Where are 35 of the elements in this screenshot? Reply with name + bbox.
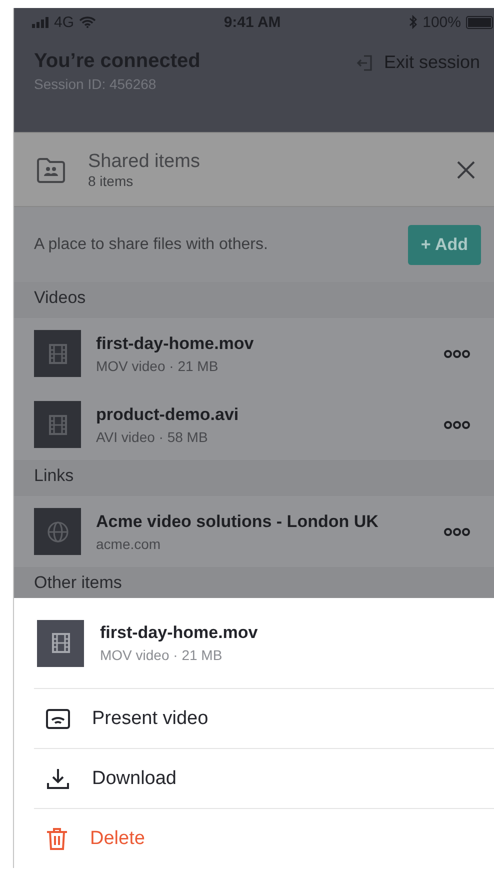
globe-icon (46, 520, 68, 542)
shared-folder-icon (36, 156, 66, 184)
battery-icon (466, 16, 494, 28)
item-details: MOV video · 21 MB (96, 358, 220, 374)
item-name: product-demo.avi (96, 404, 240, 424)
section-header: Links (14, 460, 494, 496)
section-header: Videos (14, 282, 494, 318)
download-icon (46, 766, 70, 790)
bluetooth-icon (408, 15, 418, 29)
item-name: first-day-home.mov (96, 334, 255, 354)
close-icon[interactable] (456, 160, 476, 180)
sheet-action[interactable]: Delete (34, 809, 494, 868)
film-icon (52, 633, 70, 653)
more-icon[interactable] (444, 420, 470, 428)
item-name: first-day-home.mov (100, 623, 259, 643)
signal-icon (32, 16, 49, 28)
sheet-action[interactable]: Present video (34, 689, 494, 749)
section-header: Other items (14, 567, 494, 598)
more-icon[interactable] (444, 350, 470, 358)
exit-icon (356, 54, 374, 72)
more-icon[interactable] (444, 528, 470, 536)
wifi-icon (79, 16, 96, 28)
item-details: MOV video · 21 MB (100, 647, 224, 663)
screen-share-icon (46, 708, 70, 728)
trash-icon (46, 826, 68, 850)
item-name: Acme video solutions - London UK (96, 512, 380, 532)
panel-description: A place to share files with others. (34, 236, 268, 254)
panel-title: Shared items (88, 150, 201, 172)
item-count: 8 items (88, 172, 134, 188)
sheet-action[interactable]: Download (34, 749, 494, 809)
add-button[interactable]: + Add (408, 224, 481, 264)
item-details: AVI video · 58 MB (96, 428, 209, 444)
item-url: acme.com (96, 536, 162, 552)
film-icon (48, 414, 66, 434)
film-icon (48, 344, 66, 364)
